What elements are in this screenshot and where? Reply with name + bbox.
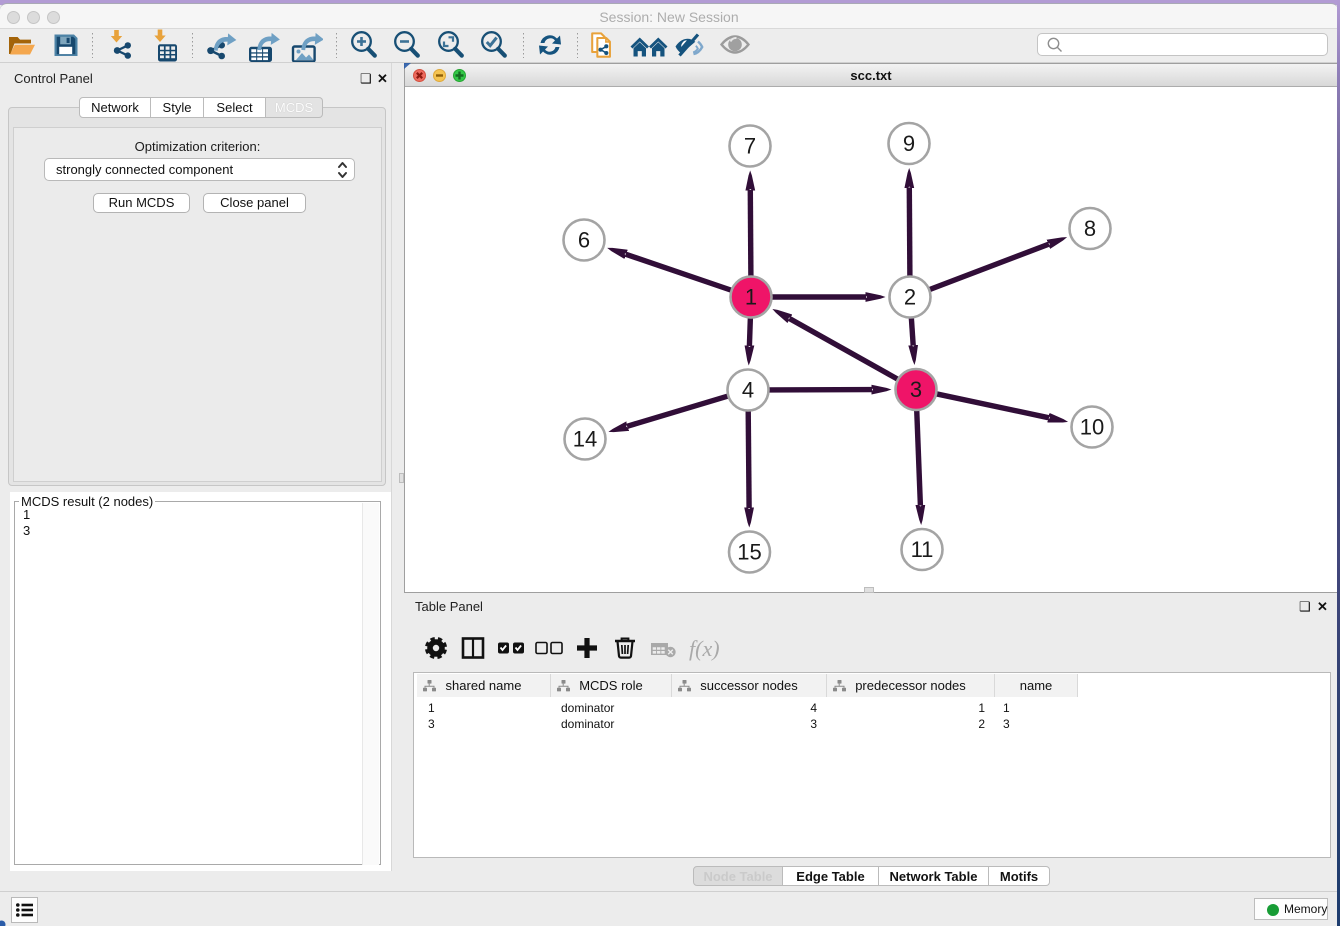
svg-text:3: 3 [910,377,922,402]
svg-text:10: 10 [1080,415,1104,440]
svg-text:11: 11 [911,537,934,562]
svg-text:14: 14 [573,427,597,452]
svg-text:1: 1 [745,285,757,310]
svg-text:7: 7 [744,134,756,159]
svg-text:15: 15 [737,540,761,565]
svg-text:2: 2 [904,285,916,310]
svg-text:4: 4 [742,378,754,403]
svg-text:f(x): f(x) [689,636,720,661]
svg-text:9: 9 [903,131,915,156]
svg-text:6: 6 [578,228,590,253]
svg-text:8: 8 [1084,216,1096,241]
